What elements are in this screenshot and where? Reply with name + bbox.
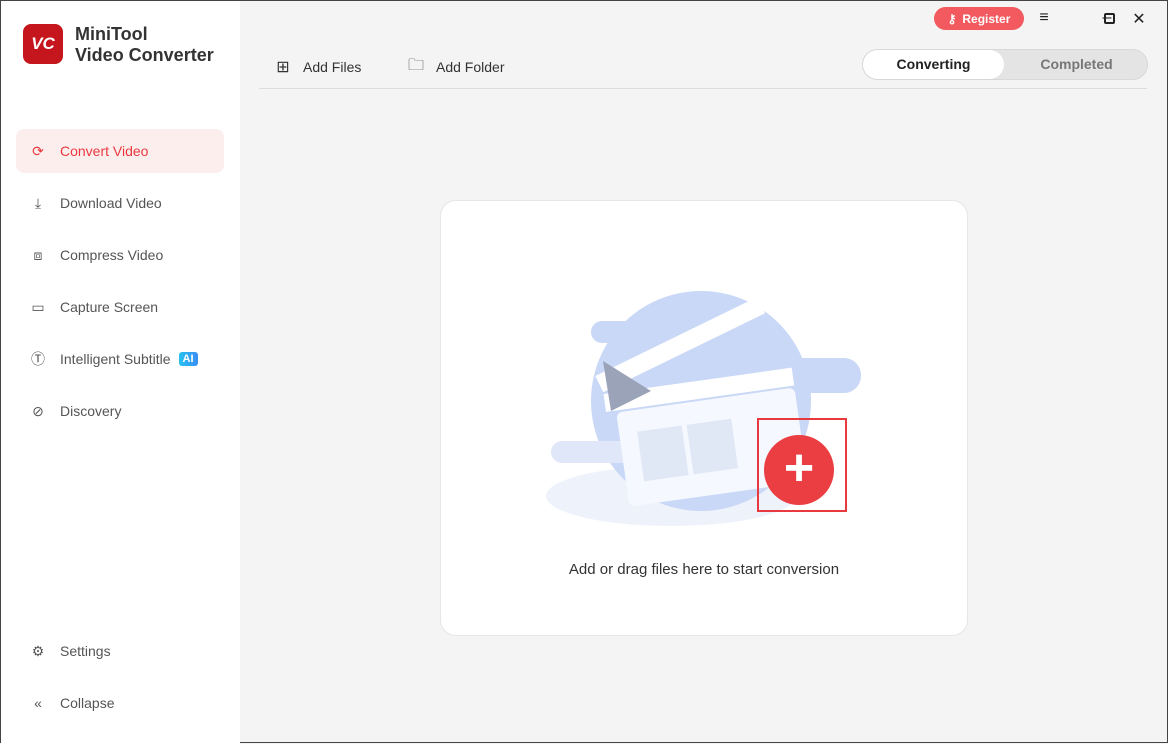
clapperboard-illustration <box>546 291 861 526</box>
toolbar-divider <box>259 88 1147 89</box>
sidebar-item-label: Compress Video <box>60 247 164 263</box>
settings-label: Settings <box>60 643 111 659</box>
add-file-icon: ⊞ <box>276 59 290 76</box>
subtitle-icon: Ⓣ <box>31 351 45 367</box>
ai-badge: AI <box>178 352 198 366</box>
add-file-plus-button[interactable]: + <box>764 435 834 505</box>
sidebar-item-convert-video[interactable]: ⟳ Convert Video <box>16 129 224 173</box>
sidebar-item-capture-screen[interactable]: ▭ Capture Screen <box>16 285 224 329</box>
sidebar-item-download-video[interactable]: ⤓ Download Video <box>16 181 224 225</box>
tab-converting[interactable]: Converting <box>863 50 1004 79</box>
app-logo: VC <box>23 24 63 64</box>
app-name: MiniTool Video Converter <box>75 24 214 66</box>
collapse-label: Collapse <box>60 695 115 711</box>
register-label: Register <box>962 11 1011 26</box>
settings-button[interactable]: ⚙ Settings <box>28 641 208 661</box>
close-icon[interactable]: ✕ <box>1129 9 1149 29</box>
convert-icon: ⟳ <box>32 142 44 159</box>
add-files-button[interactable]: ⊞ Add Files <box>273 57 361 77</box>
sidebar-nav: ⟳ Convert Video ⤓ Download Video ⧈ Compress… <box>16 129 224 441</box>
collapse-button[interactable]: « Collapse <box>28 693 208 713</box>
gear-icon: ⚙ <box>31 642 45 659</box>
add-folder-button[interactable]: 🗀 Add Folder <box>406 56 505 77</box>
download-icon: ⤓ <box>34 194 42 211</box>
sidebar-item-label: Convert Video <box>60 143 149 159</box>
app-name-line2: Video Converter <box>75 45 214 65</box>
menu-icon[interactable]: ≡ <box>1034 9 1054 27</box>
sidebar-item-compress-video[interactable]: ⧈ Compress Video <box>16 233 224 277</box>
camera-icon: ▭ <box>31 298 45 315</box>
add-folder-label: Add Folder <box>436 59 505 75</box>
sidebar-item-label: Discovery <box>60 403 122 419</box>
add-files-label: Add Files <box>303 59 362 75</box>
compass-icon: ⊘ <box>32 402 44 419</box>
sidebar-item-label: Capture Screen <box>60 299 159 315</box>
register-button[interactable]: ⚷ Register <box>934 7 1024 30</box>
sidebar: VC MiniTool Video Converter ⟳ Convert Vide… <box>1 1 240 744</box>
sidebar-item-label: Intelligent Subtitle <box>60 351 171 367</box>
add-folder-icon: 🗀 <box>407 56 424 74</box>
maximize-icon[interactable] <box>1098 9 1118 29</box>
status-tabs: Converting Completed <box>862 49 1148 80</box>
key-icon: ⚷ <box>947 11 957 26</box>
sidebar-item-label: Download Video <box>60 195 162 211</box>
drop-zone[interactable]: + Add or drag files here to start conver… <box>440 200 968 636</box>
app-name-line1: MiniTool <box>75 24 148 44</box>
sidebar-item-intelligent-subtitle[interactable]: Ⓣ Intelligent Subtitle AI <box>16 337 224 381</box>
sidebar-item-discovery[interactable]: ⊘ Discovery <box>16 389 224 433</box>
tab-completed[interactable]: Completed <box>1006 50 1147 79</box>
collapse-icon: « <box>34 695 42 711</box>
drop-hint: Add or drag files here to start conversi… <box>568 561 840 578</box>
compress-icon: ⧈ <box>33 246 43 263</box>
